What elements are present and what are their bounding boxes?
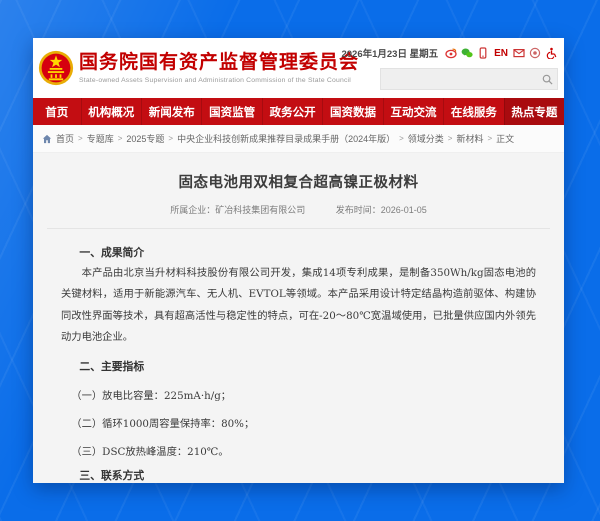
nav-item-data[interactable]: 国资数据 — [322, 98, 382, 125]
site-brand: 国务院国有资产监督管理委员会 State-owned Assets Superv… — [79, 52, 359, 84]
article-body: 一、成果简介 本产品由北京当升材料科技股份有限公司开发，集成14项专利成果，是制… — [33, 229, 564, 483]
metric-item-retention: （二）循环1000周容量保持率：80%； — [71, 417, 255, 430]
section-heading-intro: 一、成果简介 — [79, 246, 145, 259]
page-card: 国务院国有资产监督管理委员会 State-owned Assets Superv… — [33, 38, 565, 483]
accessibility-icon[interactable] — [545, 47, 557, 59]
section-intro-paragraph: 本产品由北京当升材料科技股份有限公司开发，集成14项专利成果，是制备350Wh/… — [61, 267, 536, 344]
client-icon[interactable] — [529, 47, 541, 59]
site-title: 国务院国有资产监督管理委员会 — [79, 52, 360, 73]
nav-item-topics[interactable]: 热点专题 — [503, 98, 565, 125]
article-meta: 所属企业：矿冶科技集团有限公司 发布时间：2026-01-05 — [33, 203, 564, 216]
wechat-icon[interactable] — [461, 47, 473, 59]
breadcrumb: 首页 > 专题库 > 2025专题 > 中央企业科技创新成果推荐目录成果手册（2… — [33, 125, 564, 153]
section-heading-metrics: 二、主要指标 — [79, 359, 145, 373]
search-input[interactable] — [381, 69, 537, 89]
site-search — [380, 68, 558, 90]
breadcrumb-separator: > — [399, 134, 404, 143]
metric-item-dsc: （三）DSC放热峰温度：210℃。 — [71, 445, 229, 458]
mail-icon[interactable] — [513, 47, 525, 59]
breadcrumb-separator: > — [78, 134, 83, 143]
nav-item-interaction[interactable]: 互动交流 — [382, 98, 443, 125]
breadcrumb-item-current: 正文 — [496, 134, 515, 144]
breadcrumb-item-handbook[interactable]: 中央企业科技创新成果推荐目录成果手册（2024年版） — [177, 132, 395, 145]
breadcrumb-item-category[interactable]: 领域分类 — [408, 132, 444, 145]
english-version-link[interactable]: EN — [493, 48, 509, 59]
article-company: 所属企业：矿冶科技集团有限公司 — [170, 205, 306, 215]
breadcrumb-item-topic-lib[interactable]: 专题库 — [87, 132, 114, 145]
site-subtitle: State-owned Assets Supervision and Admin… — [79, 77, 351, 84]
nav-item-about[interactable]: 机构概况 — [80, 98, 141, 125]
home-icon — [42, 134, 52, 144]
breadcrumb-separator: > — [117, 134, 123, 143]
national-emblem-icon — [38, 50, 74, 86]
article-publish-time: 发布时间：2026-01-05 — [335, 205, 427, 215]
breadcrumb-separator: > — [168, 134, 174, 143]
metric-item-capacity: （一）放电比容量：225mA·h/g； — [71, 389, 232, 402]
article-title: 固态电池用双相复合超高镍正极材料 — [178, 175, 419, 191]
current-date: 2026年1月23日 星期五 — [341, 49, 439, 60]
header-utility-row: 2026年1月23日 星期五 EN — [341, 46, 557, 60]
breadcrumb-item-2025-topics[interactable]: 2025专题 — [126, 132, 164, 145]
breadcrumb-separator: > — [447, 134, 453, 143]
breadcrumb-item-new-materials[interactable]: 新材料 — [456, 132, 483, 145]
article-content: 固态电池用双相复合超高镍正极材料 所属企业：矿冶科技集团有限公司 发布时间：20… — [33, 153, 564, 483]
nav-item-services[interactable]: 在线服务 — [443, 98, 503, 125]
breadcrumb-separator: > — [487, 134, 493, 143]
search-button[interactable] — [537, 69, 557, 89]
section-heading-contact: 三、联系方式 — [79, 468, 145, 482]
main-nav: 首页 机构概况 新闻发布 国资监管 政务公开 国资数据 互动交流 在线服务 热点… — [33, 98, 565, 125]
nav-item-home[interactable]: 首页 — [33, 98, 81, 125]
nav-item-disclosure[interactable]: 政务公开 — [261, 98, 322, 125]
nav-item-news[interactable]: 新闻发布 — [140, 98, 201, 125]
weibo-icon[interactable] — [445, 47, 457, 59]
search-icon — [542, 74, 553, 85]
breadcrumb-item-home[interactable]: 首页 — [56, 132, 74, 145]
nav-item-supervision[interactable]: 国资监管 — [201, 98, 261, 125]
site-header: 国务院国有资产监督管理委员会 State-owned Assets Superv… — [33, 38, 564, 98]
mobile-icon[interactable] — [477, 47, 489, 59]
